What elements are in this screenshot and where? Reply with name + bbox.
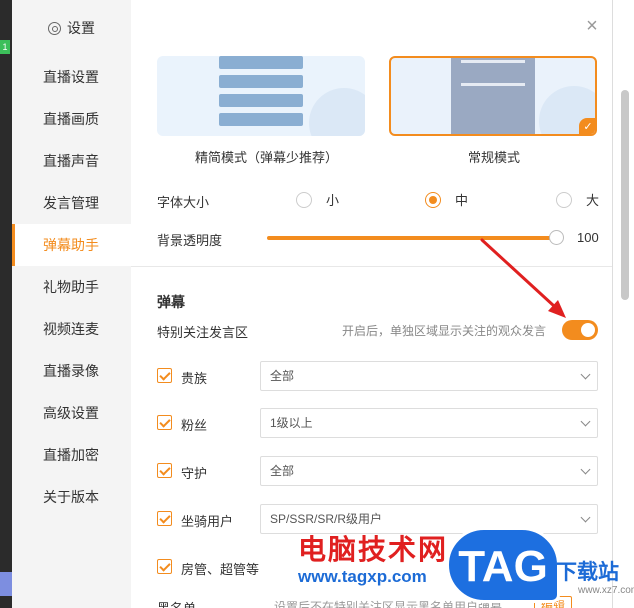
gear-icon xyxy=(48,21,61,35)
simple-mode-card[interactable] xyxy=(157,56,365,136)
sidebar-item-live-sound[interactable]: 直播声音 xyxy=(12,140,131,182)
fans-label: 粉丝 xyxy=(181,418,208,433)
mount-users-select-value: SP/SSR/SR/R级用户 xyxy=(270,512,383,526)
settings-dialog: 设置 直播设置 直播画质 直播声音 发言管理 弹幕助手 礼物助手 视频连麦 直播… xyxy=(12,0,612,608)
background-badge: 1 xyxy=(0,40,10,54)
chevron-down-icon xyxy=(580,464,591,475)
danmaku-section-title: 弹幕 xyxy=(157,294,185,310)
section-divider xyxy=(131,266,612,267)
watermark-site-name: 下载站 xyxy=(556,561,619,584)
font-size-small-label: 小 xyxy=(326,193,340,208)
sidebar-item-live-encryption[interactable]: 直播加密 xyxy=(12,434,131,476)
noble-label: 贵族 xyxy=(181,371,208,386)
close-icon[interactable]: × xyxy=(582,16,602,36)
background-window-right xyxy=(612,0,634,608)
chevron-down-icon xyxy=(580,512,591,523)
special-attention-label: 特别关注发言区 xyxy=(157,325,249,340)
radio-selected-icon xyxy=(425,191,441,208)
settings-content: × 精简模式（弹幕少推荐） ✓ 常规模式 字体大小 小 中 大 背景透明度 10… xyxy=(131,0,612,608)
mount-users-checkbox[interactable] xyxy=(157,511,172,526)
sidebar-item-speech-management[interactable]: 发言管理 xyxy=(12,182,131,224)
watermark-site-url: www.xz7.com xyxy=(578,585,634,596)
font-size-large-radio[interactable]: 大 xyxy=(556,190,599,209)
sidebar-item-live-quality[interactable]: 直播画质 xyxy=(12,98,131,140)
font-size-label: 字体大小 xyxy=(157,195,210,210)
decor-circle xyxy=(309,88,365,136)
simple-mode-preview xyxy=(219,56,303,132)
guard-label: 守护 xyxy=(181,466,208,481)
background-taskbar-item xyxy=(0,572,12,596)
sidebar-title: 设置 xyxy=(48,18,95,38)
fans-select[interactable]: 1级以上 xyxy=(260,408,598,438)
radio-icon xyxy=(556,191,572,208)
opacity-label: 背景透明度 xyxy=(157,233,223,248)
sidebar-item-about-version[interactable]: 关于版本 xyxy=(12,476,131,518)
noble-select[interactable]: 全部 xyxy=(260,361,598,391)
special-attention-hint: 开启后，单独区域显示关注的观众发言 xyxy=(341,324,546,338)
sidebar-item-advanced-settings[interactable]: 高级设置 xyxy=(12,392,131,434)
font-size-small-radio[interactable]: 小 xyxy=(296,190,339,209)
sidebar-item-gift-assistant[interactable]: 礼物助手 xyxy=(12,266,131,308)
simple-mode-label: 精简模式（弹幕少推荐） xyxy=(195,150,339,165)
font-size-large-label: 大 xyxy=(586,193,600,208)
normal-mode-card[interactable]: ✓ xyxy=(389,56,597,136)
normal-mode-preview xyxy=(451,58,535,134)
chevron-down-icon xyxy=(580,369,591,380)
font-size-medium-label: 中 xyxy=(455,193,469,208)
checkmark-icon: ✓ xyxy=(579,118,595,134)
opacity-slider[interactable] xyxy=(267,230,564,245)
sidebar-nav: 直播设置 直播画质 直播声音 发言管理 弹幕助手 礼物助手 视频连麦 直播录像 … xyxy=(12,56,131,518)
watermark-url: www.tagxp.com xyxy=(298,567,427,586)
sidebar-item-danmaku-assistant[interactable]: 弹幕助手 xyxy=(12,224,131,266)
slider-handle[interactable] xyxy=(549,230,564,245)
watermark-logo: TAG xyxy=(446,527,560,603)
watermark-text: 电脑技术网 xyxy=(298,533,449,566)
sidebar-title-label: 设置 xyxy=(67,20,95,36)
mount-users-label: 坐骑用户 xyxy=(181,514,234,529)
admins-checkbox[interactable] xyxy=(157,559,172,574)
filter-row-fans: 粉丝 1级以上 xyxy=(157,408,598,438)
font-size-medium-radio[interactable]: 中 xyxy=(425,190,468,209)
normal-mode-label: 常规模式 xyxy=(468,150,521,165)
fans-select-value: 1级以上 xyxy=(270,416,313,430)
filter-row-guard: 守护 全部 xyxy=(157,456,598,486)
opacity-value: 100 xyxy=(577,230,599,245)
special-attention-toggle[interactable] xyxy=(562,320,598,340)
noble-select-value: 全部 xyxy=(270,369,295,383)
admins-label: 房管、超管等 xyxy=(181,562,260,577)
background-window-left: 1 xyxy=(0,0,12,608)
fans-checkbox[interactable] xyxy=(157,415,172,430)
sidebar-item-live-settings[interactable]: 直播设置 xyxy=(12,56,131,98)
guard-checkbox[interactable] xyxy=(157,463,172,478)
guard-select-value: 全部 xyxy=(270,464,295,478)
sidebar-item-live-recording[interactable]: 直播录像 xyxy=(12,350,131,392)
sidebar-item-video-co-host[interactable]: 视频连麦 xyxy=(12,308,131,350)
settings-sidebar: 设置 直播设置 直播画质 直播声音 发言管理 弹幕助手 礼物助手 视频连麦 直播… xyxy=(12,0,131,608)
background-scrollbar[interactable] xyxy=(621,90,629,300)
guard-select[interactable]: 全部 xyxy=(260,456,598,486)
radio-icon xyxy=(296,191,312,208)
chevron-down-icon xyxy=(580,416,591,427)
filter-row-noble: 贵族 全部 xyxy=(157,361,598,391)
noble-checkbox[interactable] xyxy=(157,368,172,383)
